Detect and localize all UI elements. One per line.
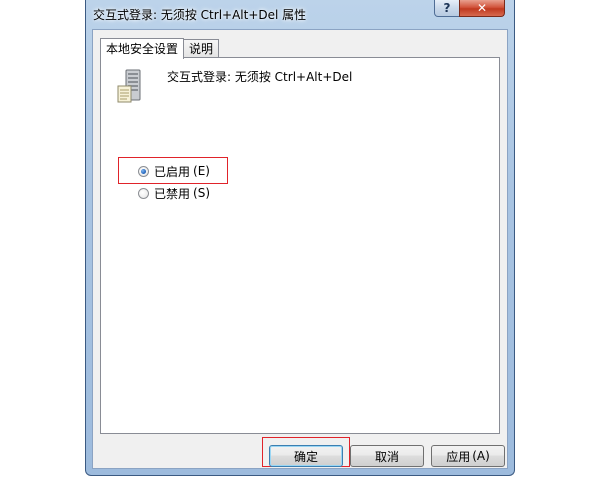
radio-enabled-shortcut: (E) (193, 164, 210, 178)
radio-disabled-label: 已禁用 (154, 186, 191, 201)
radio-enabled-control[interactable] (138, 165, 149, 177)
title-bar[interactable]: 交互式登录: 无须按 Ctrl+Alt+Del 属性 ? ✕ (86, 0, 514, 28)
cancel-button[interactable]: 取消 (350, 445, 424, 467)
radio-disabled-shortcut: (S) (193, 186, 210, 200)
tab-panel: 交互式登录: 无须按 Ctrl+Alt+Del 已启用 (E) 已禁用 (S) (100, 57, 500, 434)
ok-button[interactable]: 确定 (269, 445, 343, 467)
apply-button-shortcut: (A) (472, 449, 490, 463)
ok-button-label: 确定 (293, 449, 318, 464)
tab-explain[interactable]: 说明 (183, 39, 220, 58)
close-button[interactable]: ✕ (459, 0, 505, 17)
close-icon: ✕ (476, 1, 488, 15)
properties-dialog: 交互式登录: 无须按 Ctrl+Alt+Del 属性 ? ✕ 本地安全设置 说明 (85, 0, 515, 476)
apply-button[interactable]: 应用 (A) (431, 445, 505, 467)
policy-name: 交互式登录: 无须按 Ctrl+Alt+Del (167, 70, 353, 84)
server-policy-icon (117, 69, 141, 103)
cancel-button-label: 取消 (374, 449, 399, 464)
radio-enabled[interactable]: 已启用 (E) (138, 163, 210, 179)
apply-button-label: 应用 (446, 449, 471, 464)
tab-strip: 本地安全设置 说明 (100, 37, 220, 59)
help-icon: ? (443, 1, 451, 15)
radio-selected-dot (141, 168, 146, 174)
radio-disabled[interactable]: 已禁用 (S) (138, 185, 210, 201)
radio-disabled-control[interactable] (138, 187, 149, 199)
tab-local-security-setting[interactable]: 本地安全设置 (100, 38, 185, 59)
dialog-client-area: 本地安全设置 说明 交互式登录: 无须按 Ctrl+Alt+Del 已启用 (E… (92, 29, 508, 469)
window-title: 交互式登录: 无须按 Ctrl+Alt+Del 属性 (93, 8, 307, 22)
radio-enabled-label: 已启用 (154, 164, 191, 179)
help-button[interactable]: ? (434, 0, 460, 17)
